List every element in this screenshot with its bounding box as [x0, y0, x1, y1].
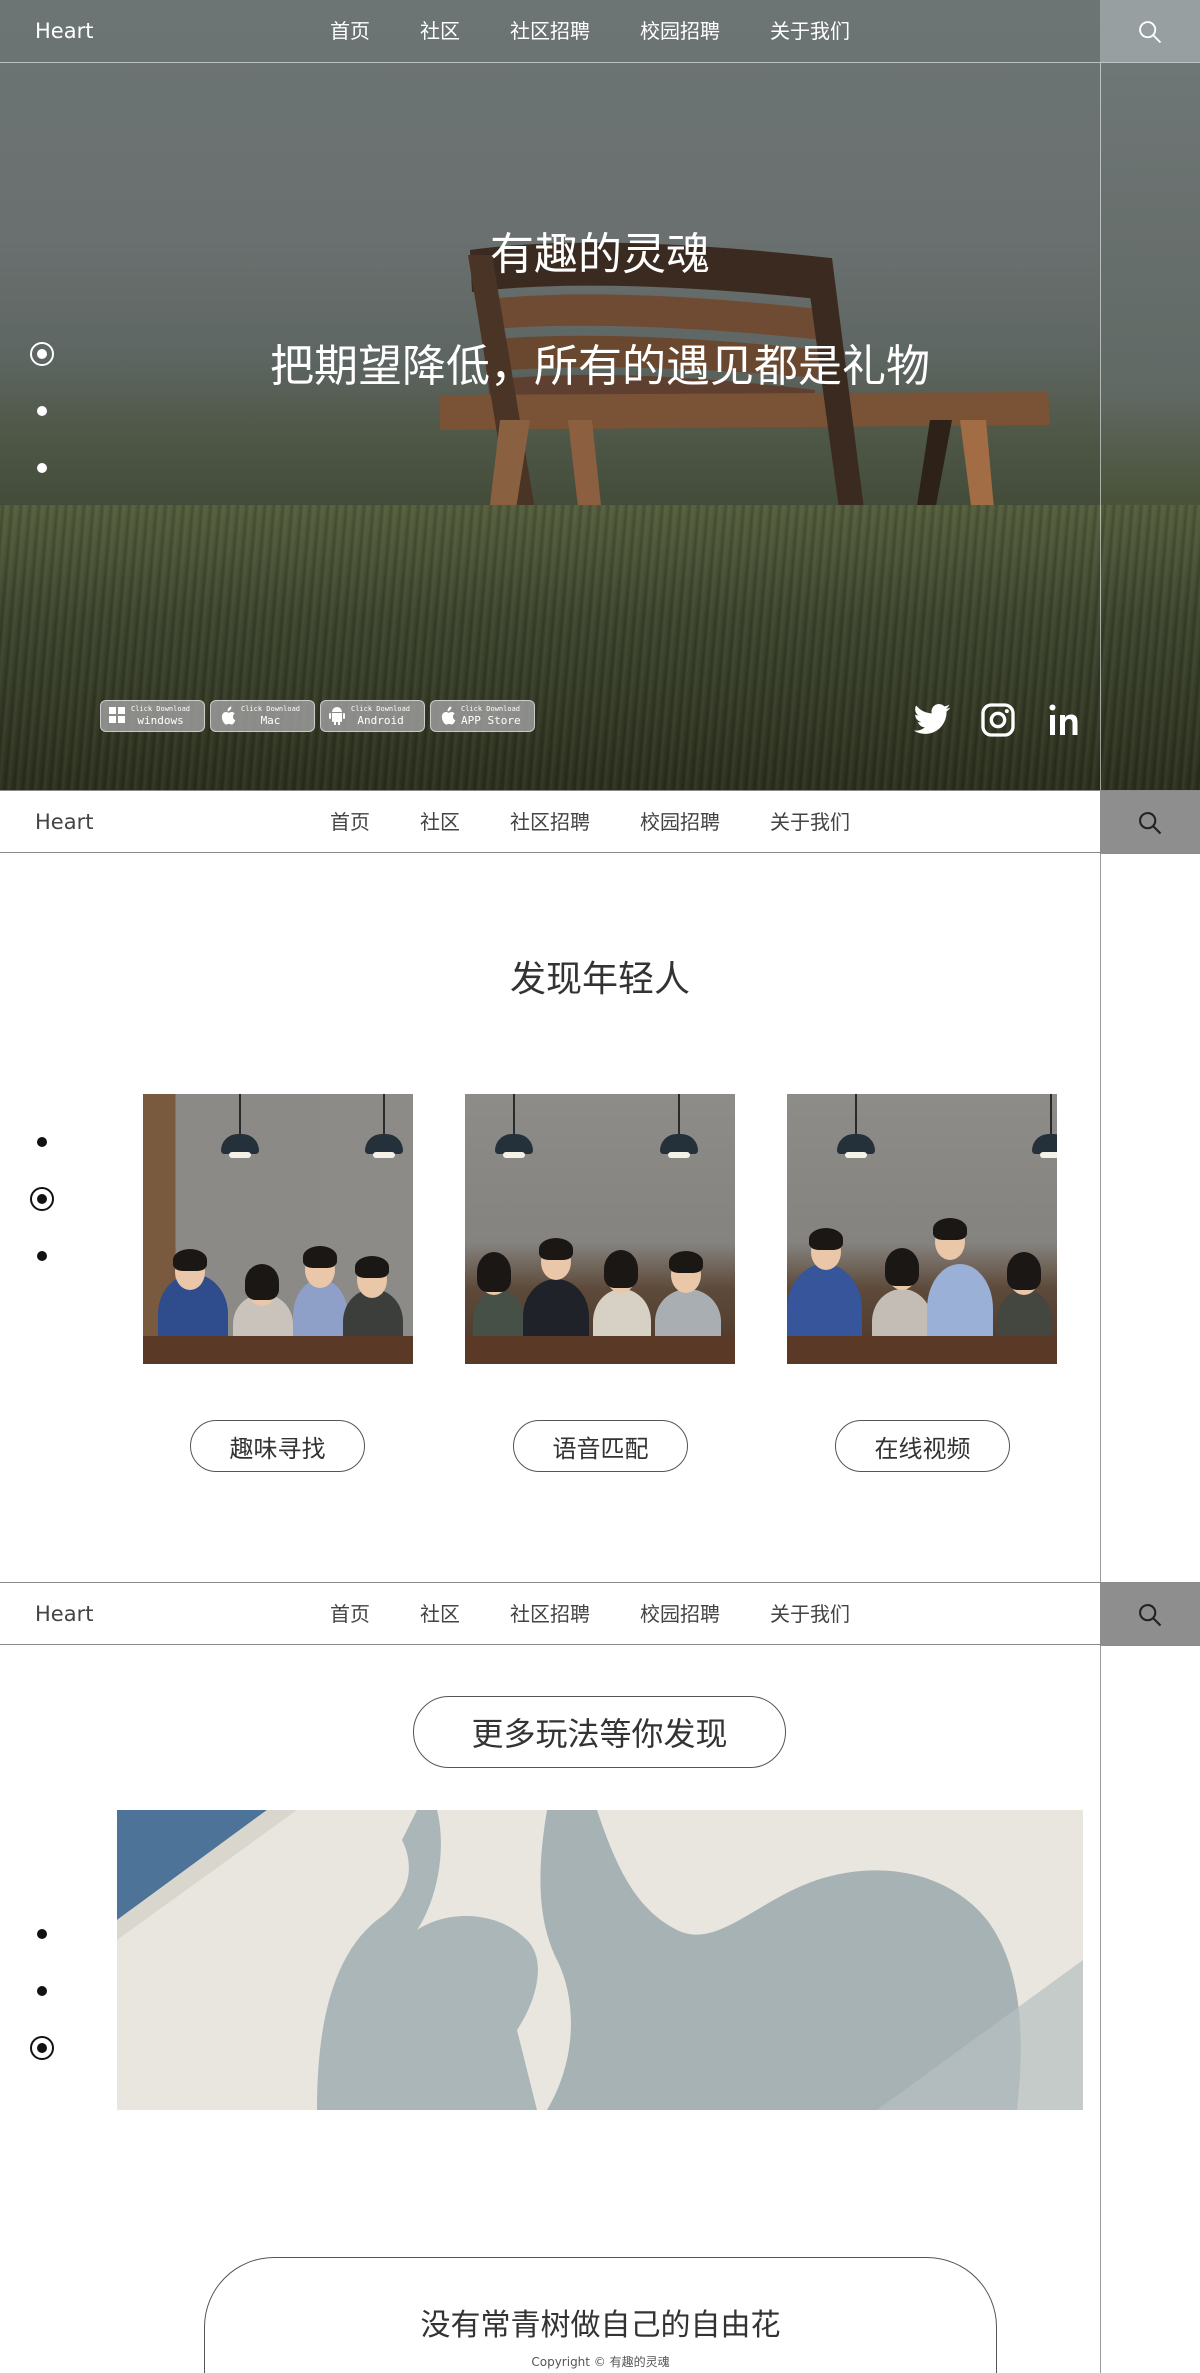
discover-slide-dots	[30, 1130, 54, 1301]
hero-slide-dots	[30, 342, 54, 513]
slide-dot[interactable]	[30, 456, 54, 480]
logo[interactable]: Heart	[35, 0, 93, 63]
download-windows-button[interactable]: Click Download windows	[100, 700, 205, 732]
instagram-icon[interactable]	[978, 700, 1018, 740]
download-mac-button[interactable]: Click Download Mac	[210, 700, 315, 732]
feature-voice-match-button[interactable]: 语音匹配	[513, 1420, 688, 1472]
nav-about[interactable]: 关于我们	[770, 0, 850, 63]
top-header: Heart 首页 社区 社区招聘 校园招聘 关于我们	[0, 0, 1200, 63]
feature-fun-search-button[interactable]: 趣味寻找	[190, 1420, 365, 1472]
search-button[interactable]	[1100, 0, 1200, 63]
main-nav: 首页 社区 社区招聘 校园招聘 关于我们	[330, 1583, 900, 1646]
android-icon	[327, 706, 347, 726]
download-platform-label: Mac	[260, 714, 281, 727]
nav-social-recruit[interactable]: 社区招聘	[510, 1583, 590, 1646]
nav-social-recruit[interactable]: 社区招聘	[510, 791, 590, 854]
slide-dot[interactable]	[30, 1979, 54, 2003]
hero-section: 有趣的灵魂 把期望降低，所有的遇见都是礼物 Click Download wind…	[0, 0, 1200, 790]
search-button[interactable]	[1100, 1583, 1200, 1646]
logo[interactable]: Heart	[35, 1583, 93, 1646]
nav-campus-recruit[interactable]: 校园招聘	[640, 791, 720, 854]
nav-home[interactable]: 首页	[330, 1583, 370, 1646]
hero-subtitle: 把期望降低，所有的遇见都是礼物	[270, 341, 930, 392]
slide-dot-active[interactable]	[30, 342, 54, 366]
right-divider	[1100, 63, 1101, 790]
download-small-label: Click Download	[461, 705, 521, 713]
main-nav: 首页 社区 社区招聘 校园招聘 关于我们	[330, 0, 900, 63]
footer-slogan: 没有常青树做自己的自由花	[420, 2308, 781, 2343]
slide-dot-active[interactable]	[30, 1187, 54, 1211]
search-icon	[1139, 1603, 1162, 1626]
windows-icon	[107, 706, 127, 726]
download-platform-label: Android	[357, 714, 404, 727]
main-nav: 首页 社区 社区招聘 校园招聘 关于我们	[330, 791, 900, 854]
download-small-label: Click Download	[241, 705, 301, 713]
apple-icon	[217, 706, 237, 726]
download-small-label: Click Download	[131, 705, 191, 713]
nav-about[interactable]: 关于我们	[770, 791, 850, 854]
feature-video-button[interactable]: 在线视频	[835, 1420, 1010, 1472]
nav-home[interactable]: 首页	[330, 791, 370, 854]
copyright-text: Copyright © 有趣的灵魂	[531, 2355, 670, 2369]
nav-home[interactable]: 首页	[330, 0, 370, 63]
group-photo-3	[787, 1094, 1057, 1364]
discover-title: 发现年轻人	[509, 959, 690, 1000]
apple-icon	[437, 706, 457, 726]
group-photo-1	[143, 1094, 413, 1364]
nav-community[interactable]: 社区	[420, 791, 460, 854]
section-header: Heart 首页 社区 社区招聘 校园招聘 关于我们	[0, 1582, 1200, 1646]
nav-campus-recruit[interactable]: 校园招聘	[640, 0, 720, 63]
search-button[interactable]	[1100, 791, 1200, 854]
download-buttons: Click Download windows Click Download Mac …	[100, 700, 540, 732]
shadow-heart-banner	[117, 1810, 1083, 2110]
slide-dot[interactable]	[30, 399, 54, 423]
nav-campus-recruit[interactable]: 校园招聘	[640, 1583, 720, 1646]
search-icon	[1139, 20, 1162, 43]
slide-dot[interactable]	[30, 1922, 54, 1946]
more-slide-dots	[30, 1922, 54, 2093]
search-icon	[1139, 811, 1162, 834]
logo[interactable]: Heart	[35, 791, 93, 854]
more-play-title[interactable]: 更多玩法等你发现	[413, 1696, 786, 1768]
nav-about[interactable]: 关于我们	[770, 1583, 850, 1646]
download-appstore-button[interactable]: Click Download APP Store	[430, 700, 535, 732]
download-small-label: Click Download	[351, 705, 411, 713]
nav-social-recruit[interactable]: 社区招聘	[510, 0, 590, 63]
download-platform-label: windows	[137, 714, 184, 727]
slide-dot-active[interactable]	[30, 2036, 54, 2060]
group-photo-2	[465, 1094, 735, 1364]
grass-field	[0, 505, 1200, 790]
slide-dot[interactable]	[30, 1244, 54, 1268]
linkedin-icon[interactable]	[1045, 700, 1085, 740]
hero-title: 有趣的灵魂	[490, 229, 710, 280]
download-android-button[interactable]: Click Download Android	[320, 700, 425, 732]
right-divider	[1100, 1645, 1101, 2373]
section-header: Heart 首页 社区 社区招聘 校园招聘 关于我们	[0, 790, 1200, 854]
right-divider	[1100, 853, 1101, 1582]
footer-card: 没有常青树做自己的自由花 Copyright © 有趣的灵魂	[204, 2257, 997, 2373]
nav-community[interactable]: 社区	[420, 0, 460, 63]
twitter-icon[interactable]	[912, 700, 952, 740]
download-platform-label: APP Store	[461, 714, 521, 727]
slide-dot[interactable]	[30, 1130, 54, 1154]
nav-community[interactable]: 社区	[420, 1583, 460, 1646]
